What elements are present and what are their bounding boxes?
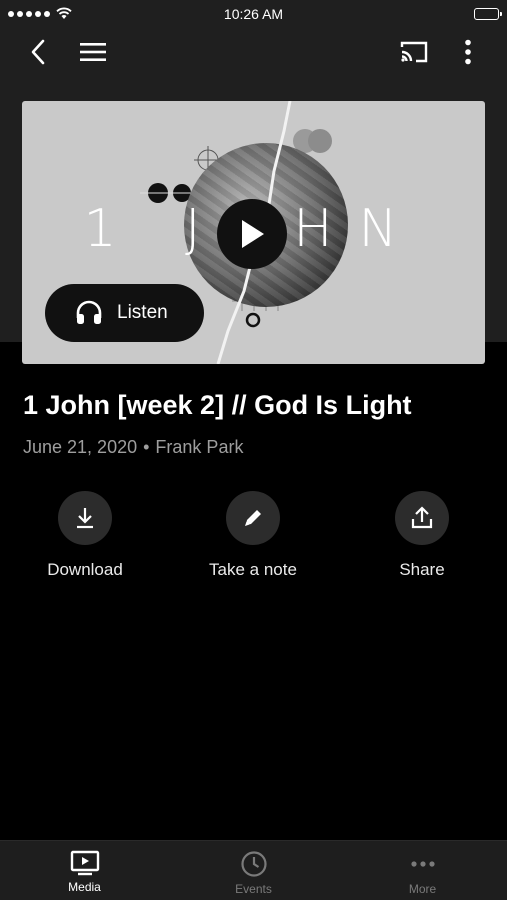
more-options-button[interactable] bbox=[448, 32, 488, 72]
battery-icon bbox=[474, 8, 502, 20]
menu-button[interactable] bbox=[73, 32, 113, 72]
headphones-icon bbox=[76, 300, 102, 324]
cast-icon bbox=[400, 41, 428, 63]
download-button[interactable]: Download bbox=[15, 491, 155, 580]
listen-button[interactable]: Listen bbox=[45, 284, 204, 342]
media-artwork[interactable]: 1 JOHN Listen bbox=[22, 101, 485, 364]
take-note-button[interactable]: Take a note bbox=[183, 491, 323, 580]
episode-date: June 21, 2020 bbox=[23, 437, 138, 457]
chevron-left-icon bbox=[31, 39, 45, 65]
status-bar: 10:26 AM bbox=[0, 0, 507, 28]
download-label: Download bbox=[47, 560, 123, 579]
tab-more[interactable]: More bbox=[338, 841, 507, 900]
vertical-ellipsis-icon bbox=[465, 39, 471, 65]
hamburger-menu-icon bbox=[80, 43, 106, 61]
episode-speaker: Frank Park bbox=[155, 437, 244, 457]
status-time: 10:26 AM bbox=[223, 6, 284, 22]
take-note-circle[interactable] bbox=[226, 491, 280, 545]
tab-more-label: More bbox=[408, 882, 437, 896]
download-circle[interactable] bbox=[58, 491, 112, 545]
horizontal-ellipsis-icon bbox=[410, 861, 435, 867]
download-icon bbox=[77, 508, 93, 529]
tab-media-label: Media bbox=[68, 880, 101, 894]
tv-play-icon bbox=[70, 850, 99, 876]
play-button[interactable] bbox=[217, 199, 287, 269]
take-note-label: Take a note bbox=[209, 560, 297, 579]
tab-events[interactable]: Events bbox=[169, 841, 338, 900]
tab-bar: Media Events More bbox=[0, 840, 507, 900]
episode-title: 1 John [week 2] // God Is Light bbox=[23, 390, 412, 420]
tab-events-label: Events bbox=[235, 882, 272, 896]
tab-media[interactable]: Media bbox=[0, 841, 169, 900]
pencil-icon bbox=[245, 510, 261, 526]
share-label: Share bbox=[399, 560, 445, 579]
share-button[interactable]: Share bbox=[352, 491, 492, 580]
nav-bar bbox=[0, 32, 507, 72]
share-icon bbox=[411, 506, 433, 529]
clock-icon bbox=[240, 851, 267, 877]
play-icon bbox=[242, 220, 264, 248]
meta-separator: • bbox=[143, 437, 150, 457]
listen-label: Listen bbox=[117, 302, 168, 323]
episode-meta: June 21, 2020 • Frank Park bbox=[23, 437, 243, 458]
cast-button[interactable] bbox=[394, 32, 434, 72]
share-circle[interactable] bbox=[395, 491, 449, 545]
back-button[interactable] bbox=[18, 32, 58, 72]
